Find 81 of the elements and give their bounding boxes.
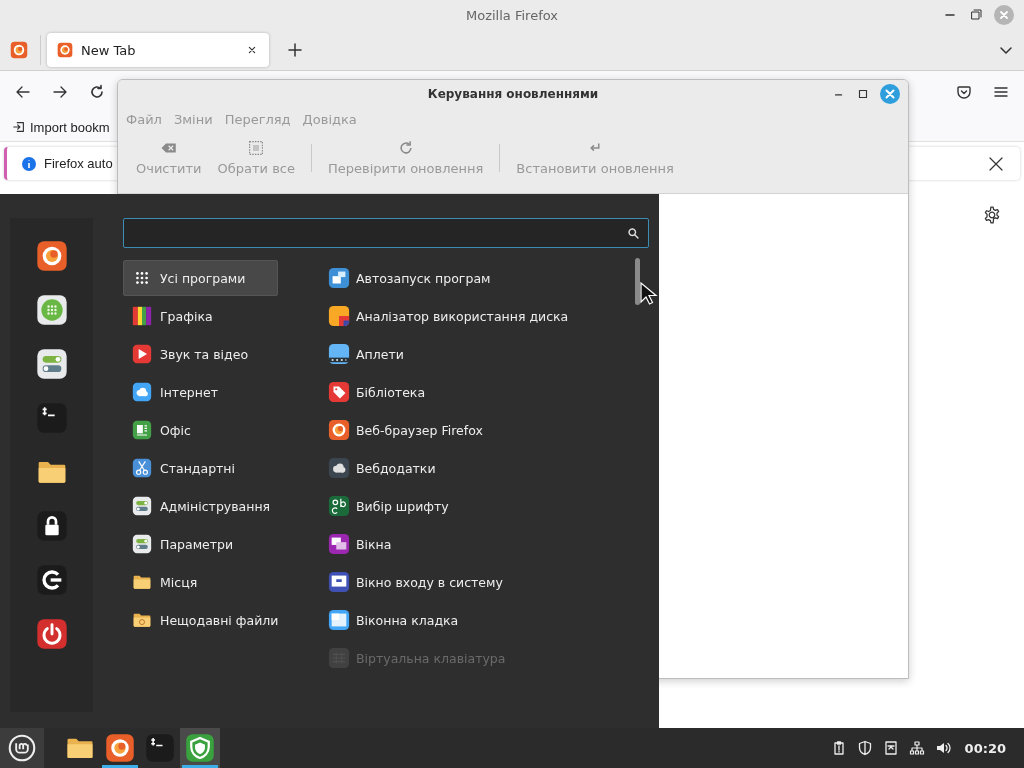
play-icon bbox=[132, 344, 152, 364]
terminal-icon bbox=[145, 733, 175, 763]
scissors-icon bbox=[132, 458, 152, 478]
app-item[interactable]: Аплети bbox=[325, 336, 572, 372]
pocket-icon[interactable] bbox=[956, 84, 972, 100]
category-item[interactable]: Звук та відео bbox=[123, 336, 278, 372]
toggle-switches-icon bbox=[132, 496, 152, 516]
scrollbar[interactable] bbox=[635, 258, 640, 305]
maximize-icon[interactable] bbox=[968, 7, 984, 23]
app-item[interactable]: Вибір шрифту bbox=[325, 488, 572, 524]
search-icon bbox=[627, 226, 640, 240]
category-item[interactable]: Параметри bbox=[123, 526, 278, 562]
browser-tab[interactable]: New Tab bbox=[47, 33, 269, 67]
forward-arrow-icon[interactable] bbox=[52, 84, 68, 100]
category-item[interactable]: Інтернет bbox=[123, 374, 278, 410]
app-item[interactable]: Вебдодатки bbox=[325, 450, 572, 486]
notification-text: Firefox auto bbox=[44, 156, 113, 171]
power-icon[interactable] bbox=[35, 618, 68, 650]
app-item[interactable]: Віконна кладка bbox=[325, 602, 572, 638]
window-title: Керування оновленнями bbox=[427, 87, 599, 101]
terminal-icon[interactable] bbox=[35, 402, 68, 434]
browser-icon bbox=[105, 733, 135, 763]
category-item[interactable]: Стандартні bbox=[123, 450, 278, 486]
dashed-square-icon bbox=[247, 139, 266, 157]
cloud-icon bbox=[328, 457, 350, 479]
document-icon bbox=[132, 420, 152, 440]
network-icon[interactable] bbox=[908, 740, 925, 756]
volume-icon[interactable] bbox=[934, 740, 951, 756]
gradient-square-icon bbox=[132, 306, 152, 326]
plus-icon[interactable] bbox=[287, 42, 303, 58]
menu-icon[interactable] bbox=[993, 84, 1009, 100]
shield-icon bbox=[185, 733, 215, 763]
cloud-icon bbox=[132, 382, 152, 402]
tag-icon bbox=[328, 381, 350, 403]
panel-icon bbox=[328, 343, 350, 365]
back-arrow-icon[interactable] bbox=[15, 84, 31, 100]
app-item[interactable]: Вікно входу в систему bbox=[325, 564, 572, 600]
font-icon bbox=[328, 495, 350, 517]
window-icon bbox=[328, 609, 350, 631]
bookmark-item[interactable]: Import bookm bbox=[10, 117, 112, 137]
browser-icon bbox=[328, 419, 350, 441]
logo-icon bbox=[8, 734, 36, 762]
running-indicator bbox=[102, 765, 138, 768]
settings-icon[interactable] bbox=[983, 206, 1001, 224]
shield-icon[interactable] bbox=[856, 740, 873, 756]
mouse-pointer-icon bbox=[640, 282, 658, 306]
lock-icon[interactable] bbox=[35, 510, 68, 542]
app-item[interactable]: Бібліотека bbox=[325, 374, 572, 410]
info-icon bbox=[21, 155, 37, 172]
logout-icon[interactable] bbox=[35, 564, 68, 596]
window-title: Mozilla Firefox bbox=[466, 7, 558, 23]
maximize-icon[interactable] bbox=[856, 87, 870, 101]
app-grid-icon[interactable] bbox=[35, 294, 68, 326]
toggle-switches-icon[interactable] bbox=[35, 348, 68, 380]
browser-icon[interactable] bbox=[35, 240, 68, 272]
category-item[interactable]: Адміністрування bbox=[123, 488, 278, 524]
menu-button[interactable] bbox=[0, 728, 44, 768]
running-indicator bbox=[182, 765, 218, 768]
category-item[interactable]: Офіс bbox=[123, 412, 278, 448]
clock: 00:20 bbox=[964, 740, 1006, 756]
toggle-switches-icon bbox=[132, 534, 152, 554]
login-window-icon bbox=[328, 571, 350, 593]
search-field[interactable] bbox=[123, 218, 649, 248]
keyboard-icon bbox=[328, 647, 350, 669]
disk-chart-icon bbox=[328, 305, 350, 327]
category-item[interactable]: Графіка bbox=[123, 298, 278, 334]
reload-icon[interactable] bbox=[89, 84, 105, 100]
category-item[interactable]: Усі програми bbox=[123, 260, 278, 296]
windows-icon bbox=[328, 533, 350, 555]
windows-icon bbox=[328, 267, 350, 289]
category-item[interactable]: Нещодавні файли bbox=[123, 602, 278, 638]
app-item[interactable]: Вікна bbox=[325, 526, 572, 562]
app-item[interactable]: Веб-браузер Firefox bbox=[325, 412, 572, 448]
taskbar-launcher[interactable] bbox=[180, 728, 220, 768]
browser-icon bbox=[57, 42, 73, 58]
category-item[interactable]: Місця bbox=[123, 564, 278, 600]
close-icon[interactable] bbox=[988, 155, 1004, 172]
screen-icon[interactable] bbox=[882, 740, 899, 756]
app-item[interactable]: Автозапуск програм bbox=[325, 260, 572, 296]
import-icon bbox=[12, 120, 26, 134]
app-item[interactable]: Аналізатор використання диска bbox=[325, 298, 572, 334]
